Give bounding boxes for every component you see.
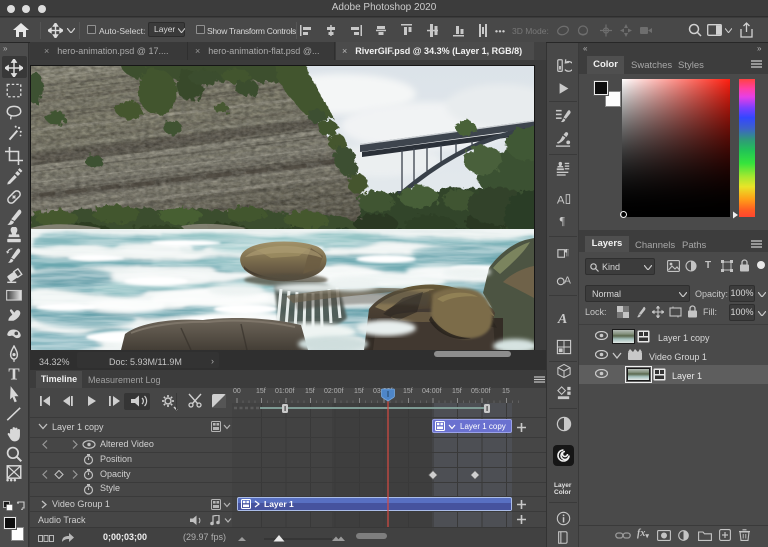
svg-text:Layer: Layer bbox=[554, 482, 572, 489]
svg-text:T: T bbox=[8, 365, 19, 383]
svg-text:Color: Color bbox=[554, 489, 571, 496]
svg-text:A: A bbox=[557, 311, 567, 326]
svg-text:A: A bbox=[564, 275, 571, 286]
svg-text:¶: ¶ bbox=[564, 248, 569, 258]
svg-text:¶: ¶ bbox=[560, 215, 566, 227]
svg-text:A: A bbox=[557, 194, 565, 206]
